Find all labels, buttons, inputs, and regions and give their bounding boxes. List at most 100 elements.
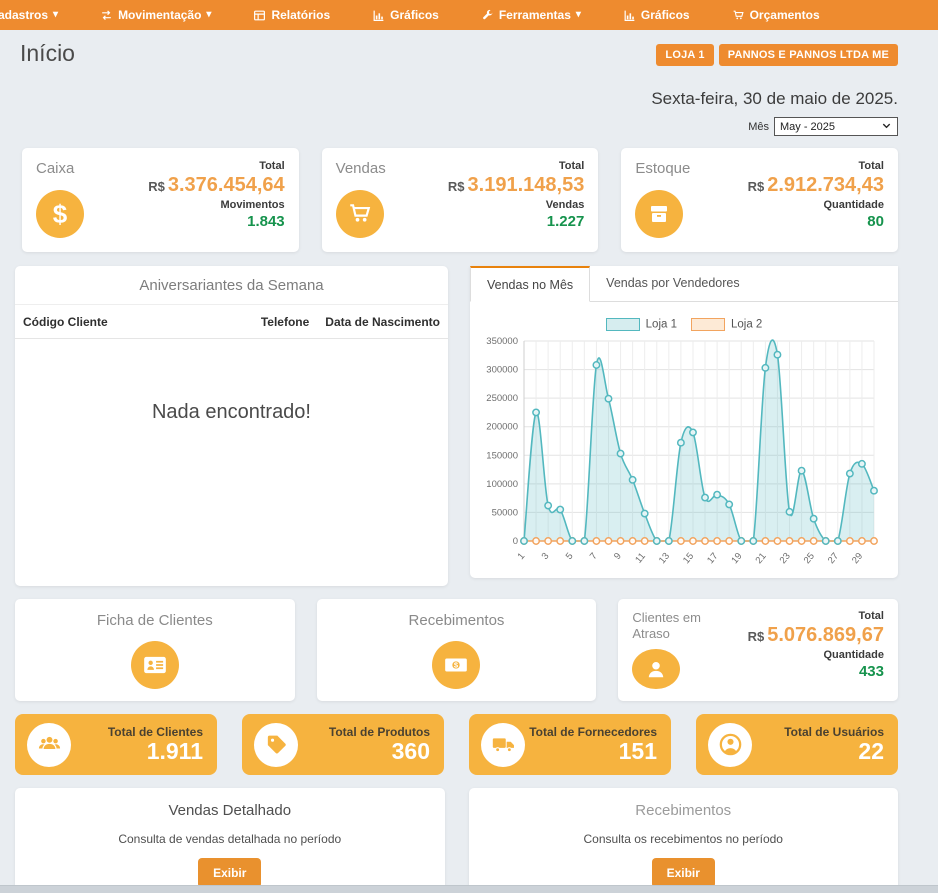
store-badge[interactable]: LOJA 1	[656, 44, 713, 66]
card-title: Estoque	[635, 160, 690, 177]
count-value: 433	[748, 663, 884, 680]
birthdays-panel-title: Aniversariantes da Semana	[15, 266, 448, 305]
svg-text:150000: 150000	[486, 450, 518, 461]
nav-label: adastros	[0, 8, 48, 22]
exibir-button[interactable]: Exibir	[198, 858, 261, 888]
sales-chart-panel: Vendas no Mês Vendas por Vendedores Loja…	[470, 266, 898, 578]
nav-label: Gráficos	[390, 8, 439, 22]
panel-title: Recebimentos	[469, 802, 899, 819]
tab-vendas-no-mes[interactable]: Vendas no Mês	[470, 266, 590, 302]
total-label: Total	[748, 160, 884, 172]
total-clientes-card[interactable]: Total de Clientes 1.911	[15, 714, 217, 775]
svg-text:25: 25	[802, 551, 817, 566]
company-badge[interactable]: PANNOS E PANNOS LTDA ME	[719, 44, 898, 66]
nav-item-graficos-2[interactable]: Gráficos	[623, 8, 690, 22]
sales-tabs: Vendas no Mês Vendas por Vendedores	[470, 266, 898, 302]
stat-value: 151	[529, 739, 657, 764]
tab-vendas-por-vendedores[interactable]: Vendas por Vendedores	[590, 266, 755, 301]
svg-text:50000: 50000	[492, 507, 518, 518]
nav-item-movimentacao[interactable]: Movimentação ▾	[100, 8, 211, 22]
nav-label: Movimentação	[118, 8, 201, 22]
nav-item-orcamentos[interactable]: Orçamentos	[732, 8, 820, 22]
stat-value: 360	[329, 739, 430, 764]
svg-text:29: 29	[850, 551, 865, 566]
legend-item-loja1: Loja 1	[606, 318, 677, 331]
svg-text:23: 23	[778, 551, 793, 566]
recebimentos-panel: Recebimentos Consulta os recebimentos no…	[469, 788, 899, 893]
nav-item-graficos-1[interactable]: Gráficos	[372, 8, 439, 22]
caret-down-icon: ▾	[206, 10, 211, 20]
estoque-card: Estoque Total R$2.912.734,43 Quantidade …	[621, 148, 898, 252]
total-label: Total	[148, 160, 284, 172]
chart-legend: Loja 1 Loja 2	[470, 318, 898, 331]
birthdays-panel: Aniversariantes da Semana Código Cliente…	[15, 266, 448, 586]
wrench-icon	[481, 9, 494, 22]
recebimentos-card[interactable]: Recebimentos $	[317, 599, 597, 701]
store-badges: LOJA 1 PANNOS E PANNOS LTDA ME	[656, 44, 898, 66]
vendas-card: Vendas Total R$3.191.148,53 Vendas 1.227	[322, 148, 599, 252]
top-navbar: adastros ▾ Movimentação ▾ Relatórios Grá…	[0, 0, 938, 30]
page-title: Início	[20, 40, 75, 67]
stat-value: 22	[784, 739, 884, 764]
svg-text:3: 3	[540, 551, 552, 562]
banknote-icon: $	[432, 641, 480, 689]
panel-title: Vendas Detalhado	[15, 802, 445, 819]
nav-item-ferramentas[interactable]: Ferramentas ▾	[481, 8, 581, 22]
svg-text:200000: 200000	[486, 422, 518, 433]
user-circle-icon	[708, 723, 752, 767]
total-value: R$3.191.148,53	[448, 174, 584, 197]
caixa-card: Caixa $ Total R$3.376.454,64 Movimentos …	[22, 148, 299, 252]
exibir-button[interactable]: Exibir	[652, 858, 715, 888]
svg-text:19: 19	[729, 551, 744, 566]
card-title: Vendas	[336, 160, 386, 177]
stat-value: 1.911	[108, 739, 203, 764]
svg-text:250000: 250000	[486, 393, 518, 404]
count-label: Quantidade	[748, 199, 884, 211]
card-title: Recebimentos	[317, 612, 597, 629]
svg-text:17: 17	[705, 551, 720, 566]
svg-text:1: 1	[515, 551, 527, 562]
table-icon	[253, 9, 266, 22]
card-title: Clientes em Atraso	[632, 610, 712, 643]
id-card-icon	[131, 641, 179, 689]
total-value: R$2.912.734,43	[748, 174, 884, 197]
dollar-icon: $	[36, 190, 84, 238]
nav-item-relatorios[interactable]: Relatórios	[253, 8, 330, 22]
total-value: R$3.376.454,64	[148, 174, 284, 197]
month-select[interactable]: May - 2025	[774, 117, 898, 136]
bar-chart-icon	[623, 9, 636, 22]
card-title: Ficha de Clientes	[15, 612, 295, 629]
bar-chart-icon	[372, 9, 385, 22]
total-fornecedores-card[interactable]: Total de Fornecedores 151	[469, 714, 671, 775]
current-date: Sexta-feira, 30 de maio de 2025.	[0, 89, 938, 109]
svg-text:15: 15	[681, 551, 696, 566]
ficha-de-clientes-card[interactable]: Ficha de Clientes	[15, 599, 295, 701]
legend-item-loja2: Loja 2	[691, 318, 762, 331]
nav-item-cadastros[interactable]: adastros ▾	[0, 8, 58, 22]
svg-text:21: 21	[753, 551, 768, 566]
count-value: 1.843	[148, 213, 284, 230]
box-icon	[635, 190, 683, 238]
stat-label: Total de Produtos	[329, 725, 430, 739]
legend-swatch-loja2	[691, 318, 725, 331]
total-usuarios-card[interactable]: Total de Usuários 22	[696, 714, 898, 775]
count-label: Vendas	[448, 199, 584, 211]
truck-icon	[481, 723, 525, 767]
svg-text:350000: 350000	[486, 336, 518, 347]
stat-label: Total de Clientes	[108, 725, 203, 739]
count-label: Quantidade	[748, 649, 884, 661]
count-value: 80	[748, 213, 884, 230]
svg-text:300000: 300000	[486, 365, 518, 376]
clientes-em-atraso-card: Clientes em Atraso Total R$5.076.869,67 …	[618, 599, 898, 701]
svg-text:27: 27	[826, 551, 841, 566]
svg-text:11: 11	[633, 551, 648, 566]
svg-text:100000: 100000	[486, 479, 518, 490]
caret-down-icon: ▾	[576, 10, 581, 20]
person-icon	[632, 649, 680, 690]
total-value: R$5.076.869,67	[748, 624, 884, 647]
total-label: Total	[448, 160, 584, 172]
svg-text:5: 5	[564, 551, 576, 562]
total-produtos-card[interactable]: Total de Produtos 360	[242, 714, 444, 775]
nav-label: Orçamentos	[750, 8, 820, 22]
nav-label: Relatórios	[271, 8, 330, 22]
